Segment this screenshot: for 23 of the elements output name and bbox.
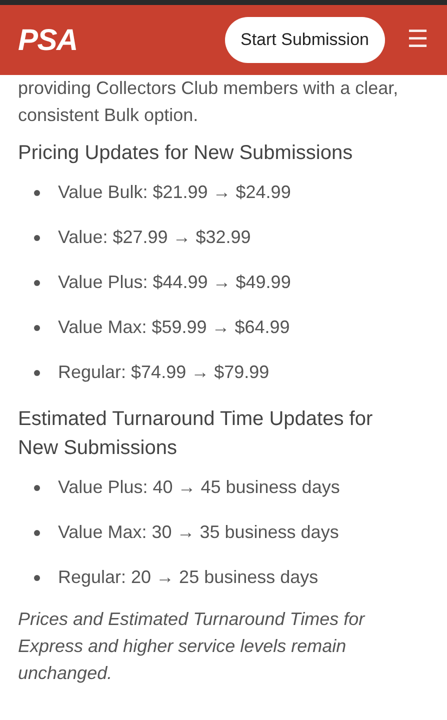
section-heading: Pricing Updates for New Submissions	[18, 141, 354, 166]
start-submission-button[interactable]: Start Submission	[224, 17, 385, 63]
note-paragraph: Prices and Estimated Turnaround Times for Express and higher service levels remain unchanged.	[18, 608, 366, 685]
list-item: Value Max: 30 → 35 business days	[58, 521, 339, 544]
menu-icon[interactable]: ☰	[407, 22, 429, 58]
bullet-icon	[34, 280, 40, 286]
bullet-icon	[34, 370, 40, 376]
list-item: Value Plus: 40 → 45 business days	[58, 476, 340, 499]
section-heading: Estimated Turnaround Time Updates for New Submissions	[18, 407, 374, 461]
list-item: Value: $27.99 → $32.99	[58, 226, 251, 249]
list-item: Regular: $74.99 → $79.99	[58, 361, 270, 384]
list-item: Value Bulk: $21.99 → $24.99	[58, 181, 291, 204]
bullet-icon	[34, 530, 40, 536]
list-item: Value Plus: $44.99 → $49.99	[58, 271, 291, 294]
bullet-icon	[34, 234, 40, 240]
intro-paragraph: providing Collectors Club members with a clear, consistent Bulk option.	[18, 77, 400, 127]
logo[interactable]: PSA	[18, 18, 78, 62]
list-item: Regular: 20 → 25 business days	[58, 566, 318, 589]
list-item: Value Max: $59.99 → $64.99	[58, 316, 290, 339]
bullet-icon	[34, 190, 40, 196]
bullet-icon	[34, 484, 40, 490]
bullet-icon	[34, 324, 40, 330]
bullet-icon	[34, 574, 40, 580]
